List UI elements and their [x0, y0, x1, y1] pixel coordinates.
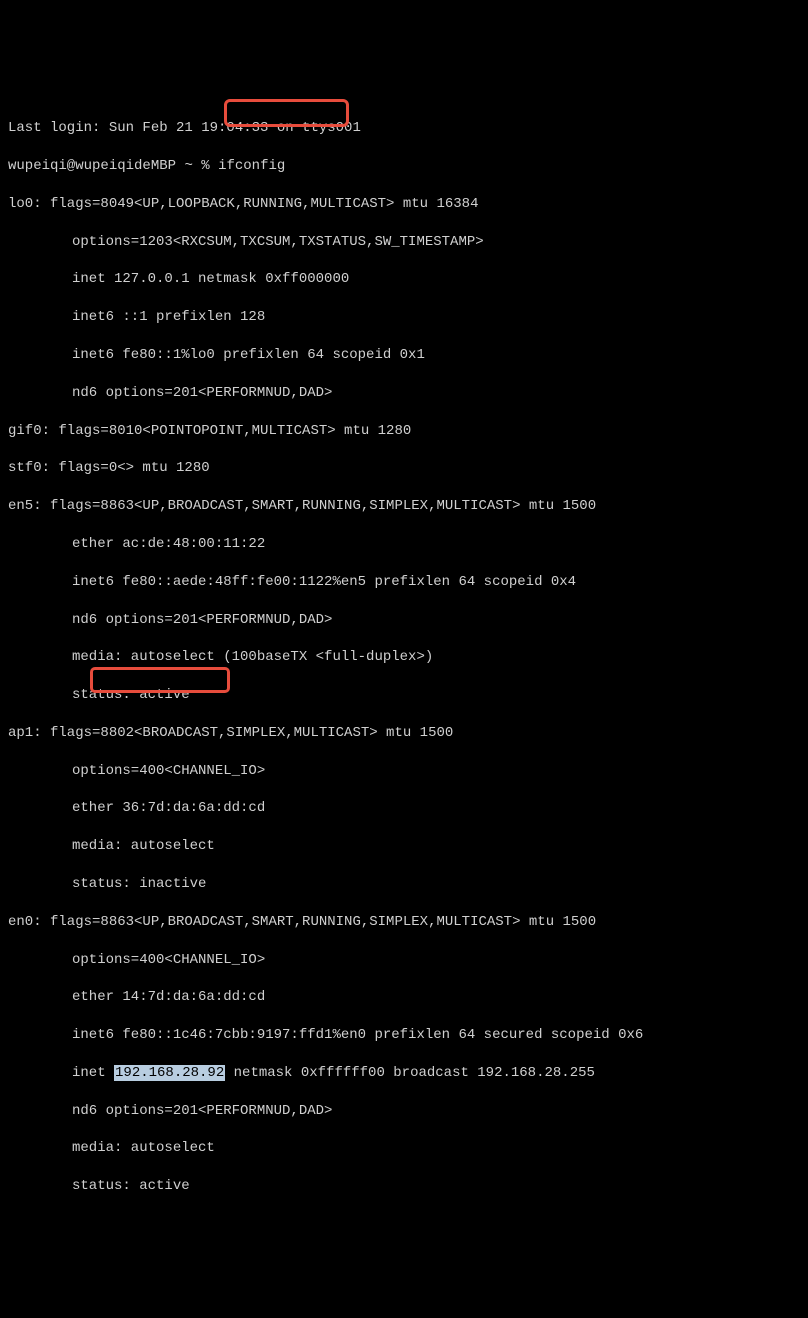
inet-prefix: inet [72, 1065, 114, 1081]
en5-line: media: autoselect (100baseTX <full-duple… [8, 648, 800, 667]
lo0-header: lo0: flags=8049<UP,LOOPBACK,RUNNING,MULT… [8, 195, 800, 214]
en0-line: media: autoselect [8, 1139, 800, 1158]
en5-line: nd6 options=201<PERFORMNUD,DAD> [8, 611, 800, 630]
en0-line: ether 14:7d:da:6a:dd:cd [8, 988, 800, 1007]
prompt-symbol: % [201, 158, 209, 174]
inet-suffix: netmask 0xffffff00 broadcast 192.168.28.… [225, 1065, 595, 1081]
lo0-line: inet6 ::1 prefixlen 128 [8, 308, 800, 327]
stf0-header: stf0: flags=0<> mtu 1280 [8, 459, 800, 478]
lo0-line: nd6 options=201<PERFORMNUD,DAD> [8, 384, 800, 403]
en5-header: en5: flags=8863<UP,BROADCAST,SMART,RUNNI… [8, 497, 800, 516]
en0-line: inet6 fe80::1c46:7cbb:9197:ffd1%en0 pref… [8, 1026, 800, 1045]
ap1-line: ether 36:7d:da:6a:dd:cd [8, 799, 800, 818]
prompt-user-host: wupeiqi@wupeiqideMBP [8, 158, 176, 174]
lo0-line: inet6 fe80::1%lo0 prefixlen 64 scopeid 0… [8, 346, 800, 365]
en0-line: options=400<CHANNEL_IO> [8, 951, 800, 970]
prompt-path: ~ [184, 158, 192, 174]
last-login-line: Last login: Sun Feb 21 19:04:33 on ttys0… [8, 119, 800, 138]
en0-header: en0: flags=8863<UP,BROADCAST,SMART,RUNNI… [8, 913, 800, 932]
ap1-line: options=400<CHANNEL_IO> [8, 762, 800, 781]
ap1-header: ap1: flags=8802<BROADCAST,SIMPLEX,MULTIC… [8, 724, 800, 743]
en5-line: ether ac:de:48:00:11:22 [8, 535, 800, 554]
en5-line: inet6 fe80::aede:48ff:fe00:1122%en5 pref… [8, 573, 800, 592]
gif0-header: gif0: flags=8010<POINTOPOINT,MULTICAST> … [8, 422, 800, 441]
ap1-line: media: autoselect [8, 837, 800, 856]
en5-line: status: active [8, 686, 800, 705]
ap1-line: status: inactive [8, 875, 800, 894]
lo0-line: inet 127.0.0.1 netmask 0xff000000 [8, 270, 800, 289]
ip-address-selected[interactable]: 192.168.28.92 [114, 1065, 225, 1081]
prompt-line: wupeiqi@wupeiqideMBP ~ % ifconfig [8, 157, 800, 176]
terminal-container[interactable]: Last login: Sun Feb 21 19:04:33 on ttys0… [8, 82, 800, 1291]
lo0-line: options=1203<RXCSUM,TXCSUM,TXSTATUS,SW_T… [8, 233, 800, 252]
en0-inet-line: inet 192.168.28.92 netmask 0xffffff00 br… [8, 1064, 800, 1083]
prompt-command: ifconfig [218, 158, 285, 174]
en0-line: nd6 options=201<PERFORMNUD,DAD> [8, 1102, 800, 1121]
en0-line: status: active [8, 1177, 800, 1196]
